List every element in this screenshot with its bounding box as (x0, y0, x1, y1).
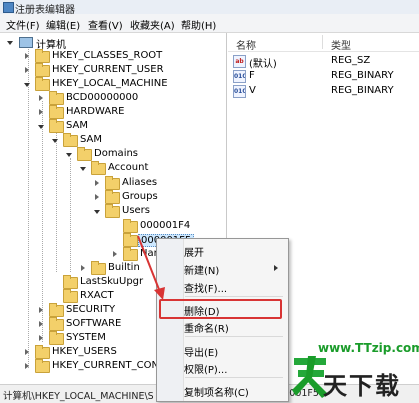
watermark-text: 天下载 (323, 372, 401, 400)
watermark-url: www.TTzip.com (318, 341, 419, 355)
